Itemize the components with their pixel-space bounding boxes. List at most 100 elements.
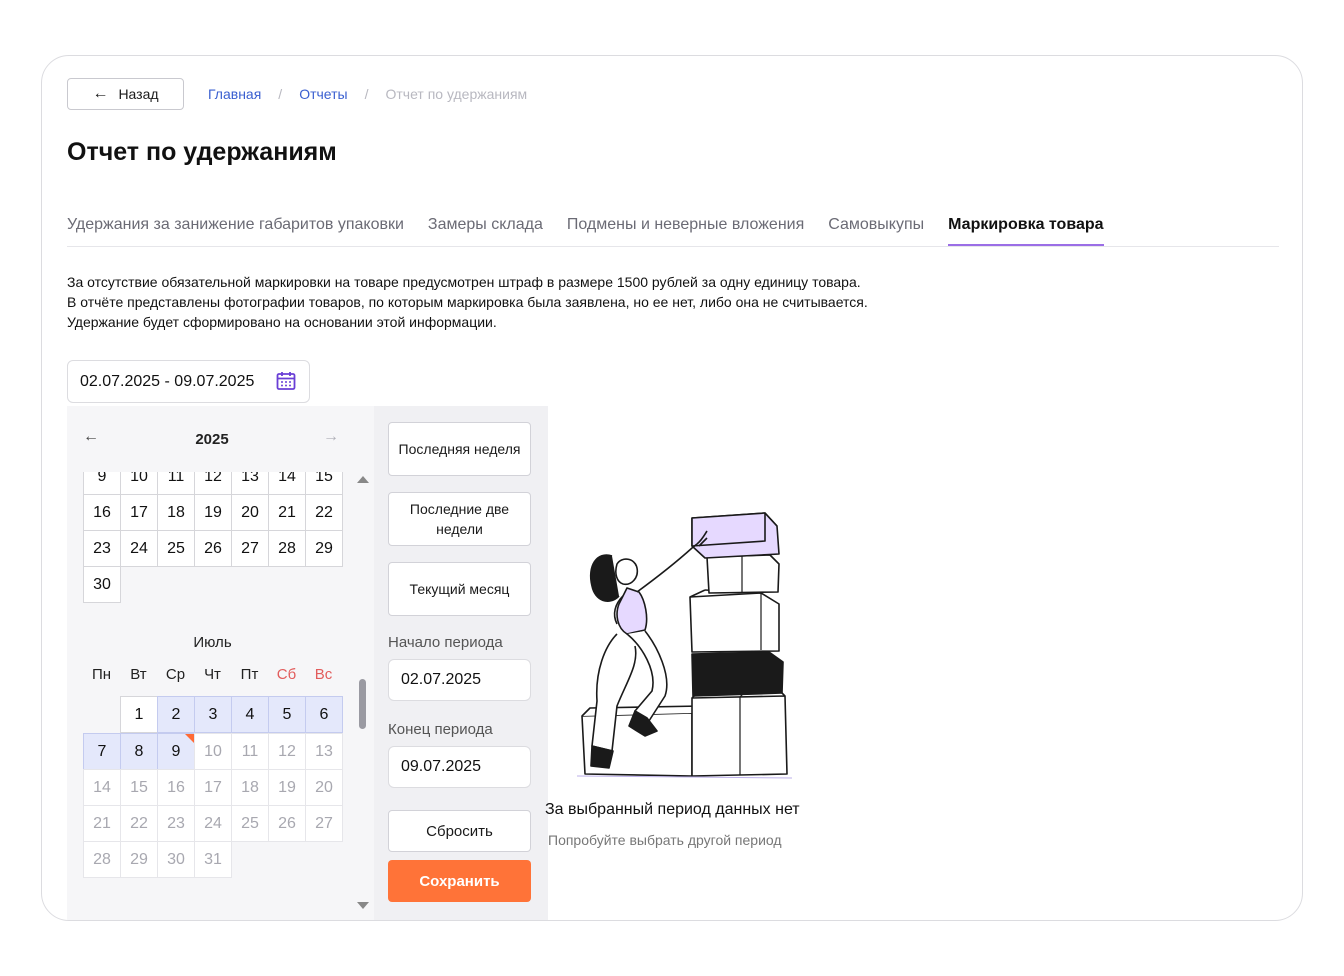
day-cell[interactable]: 12	[268, 733, 306, 770]
info-line: За отсутствие обязательной маркировки на…	[67, 274, 861, 290]
end-period-input[interactable]: 09.07.2025	[388, 746, 531, 788]
day-cell[interactable]: 16	[83, 494, 121, 531]
day-cell[interactable]: 28	[83, 841, 121, 878]
day-cell[interactable]: 15	[120, 769, 158, 806]
breadcrumb-reports[interactable]: Отчеты	[299, 86, 347, 102]
day-cell[interactable]: 7	[83, 733, 121, 770]
empty-cell	[231, 566, 268, 603]
tab-2[interactable]: Замеры склада	[428, 216, 543, 246]
date-range-field[interactable]: 02.07.2025 - 09.07.2025	[67, 360, 310, 403]
scroll-up-arrow-icon[interactable]	[357, 476, 369, 483]
day-cell[interactable]: 14	[83, 769, 121, 806]
back-button[interactable]: ← Назад	[67, 78, 184, 110]
tab-4[interactable]: Самовыкупы	[828, 216, 924, 246]
breadcrumb-home[interactable]: Главная	[208, 86, 261, 102]
tab-bar: Удержания за занижение габаритов упаковк…	[67, 216, 1279, 248]
empty-cell	[83, 696, 120, 733]
tab-1[interactable]: Удержания за занижение габаритов упаковк…	[67, 216, 404, 246]
day-cell[interactable]: 16	[157, 769, 195, 806]
start-period-label: Начало периода	[388, 634, 503, 651]
day-cell[interactable]: 18	[231, 769, 269, 806]
day-cell[interactable]: 29	[120, 841, 158, 878]
day-cell[interactable]: 10	[120, 472, 158, 495]
day-cell[interactable]: 11	[157, 472, 195, 495]
day-cell[interactable]: 19	[194, 494, 232, 531]
day-cell[interactable]: 1	[120, 696, 158, 733]
day-cell[interactable]: 4	[231, 696, 269, 733]
day-cell[interactable]: 12	[194, 472, 232, 495]
empty-cell	[268, 566, 305, 603]
weekday-label: Вс	[314, 666, 333, 683]
day-cell[interactable]: 25	[157, 530, 195, 567]
empty-cell	[231, 841, 268, 878]
empty-cell	[194, 566, 231, 603]
next-year-arrow-icon[interactable]: →	[323, 428, 339, 446]
weekday-label: Вт	[130, 666, 147, 683]
last-two-weeks-button[interactable]: Последние две недели	[388, 492, 531, 546]
day-cell[interactable]: 21	[83, 805, 121, 842]
current-month-button[interactable]: Текущий месяц	[388, 562, 531, 616]
day-cell[interactable]: 13	[305, 733, 343, 770]
tab-3[interactable]: Подмены и неверные вложения	[567, 216, 804, 246]
day-cell[interactable]: 27	[305, 805, 343, 842]
day-cell[interactable]: 30	[83, 566, 121, 603]
day-cell[interactable]: 10	[194, 733, 232, 770]
day-cell[interactable]: 26	[268, 805, 306, 842]
day-cell[interactable]: 2	[157, 696, 195, 733]
day-cell[interactable]: 24	[120, 530, 158, 567]
day-cell[interactable]: 23	[83, 530, 121, 567]
weekday-label: Чт	[204, 666, 221, 683]
day-cell[interactable]: 25	[231, 805, 269, 842]
empty-cell	[305, 841, 342, 878]
page-title: Отчет по удержаниям	[67, 138, 337, 166]
day-cell[interactable]: 11	[231, 733, 269, 770]
scroll-down-arrow-icon[interactable]	[357, 902, 369, 909]
day-cell[interactable]: 14	[268, 472, 306, 495]
day-cell[interactable]: 23	[157, 805, 195, 842]
day-cell[interactable]: 13	[231, 472, 269, 495]
breadcrumb-separator: /	[278, 86, 283, 102]
day-cell[interactable]: 26	[194, 530, 232, 567]
day-cell[interactable]: 28	[268, 530, 306, 567]
info-text: За отсутствие обязательной маркировки на…	[67, 272, 868, 332]
day-cell[interactable]: 6	[305, 696, 343, 733]
day-cell[interactable]: 21	[268, 494, 306, 531]
day-cell[interactable]: 9	[157, 733, 195, 770]
day-cell[interactable]: 17	[194, 769, 232, 806]
calendar-scrollbar[interactable]	[354, 472, 372, 920]
day-cell[interactable]: 17	[120, 494, 158, 531]
day-cell[interactable]: 20	[305, 769, 343, 806]
empty-cell	[157, 566, 194, 603]
scroll-thumb[interactable]	[359, 679, 366, 729]
day-cell[interactable]: 24	[194, 805, 232, 842]
day-cell[interactable]: 31	[194, 841, 232, 878]
day-cell[interactable]: 27	[231, 530, 269, 567]
day-cell[interactable]: 20	[231, 494, 269, 531]
weekday-label: Пн	[91, 666, 112, 683]
last-week-button[interactable]: Последняя неделя	[388, 422, 531, 476]
day-cell[interactable]: 22	[305, 494, 343, 531]
info-line: В отчёте представлены фотографии товаров…	[67, 294, 868, 310]
day-cell[interactable]: 9	[83, 472, 121, 495]
save-button[interactable]: Сохранить	[388, 860, 531, 902]
day-cell[interactable]: 5	[268, 696, 306, 733]
day-cell[interactable]: 3	[194, 696, 232, 733]
day-cell[interactable]: 19	[268, 769, 306, 806]
reset-button[interactable]: Сбросить	[388, 810, 531, 852]
period-options-panel: Последняя неделя Последние две недели Те…	[374, 406, 548, 920]
tab-5[interactable]: Маркировка товара	[948, 216, 1104, 246]
weekday-header: Пн Вт Ср Чт Пт Сб Вс	[83, 666, 342, 683]
empty-state-illustration	[576, 512, 793, 779]
day-cell[interactable]: 8	[120, 733, 158, 770]
day-cell[interactable]: 29	[305, 530, 343, 567]
breadcrumb: Главная / Отчеты / Отчет по удержаниям	[208, 86, 527, 102]
day-cell[interactable]: 30	[157, 841, 195, 878]
report-card: ← Назад Главная / Отчеты / Отчет по удер…	[41, 55, 1303, 921]
start-period-input[interactable]: 02.07.2025	[388, 659, 531, 701]
calendar-scroll-area[interactable]: 9 10 11 12 13 14 15 16 17 18 19 20 21 22 23 24 25 26 27 28 2…	[67, 472, 357, 920]
day-cell[interactable]: 18	[157, 494, 195, 531]
calendar-icon[interactable]	[275, 370, 297, 392]
month-label: Июль	[193, 634, 232, 651]
day-cell[interactable]: 22	[120, 805, 158, 842]
day-cell[interactable]: 15	[305, 472, 343, 495]
